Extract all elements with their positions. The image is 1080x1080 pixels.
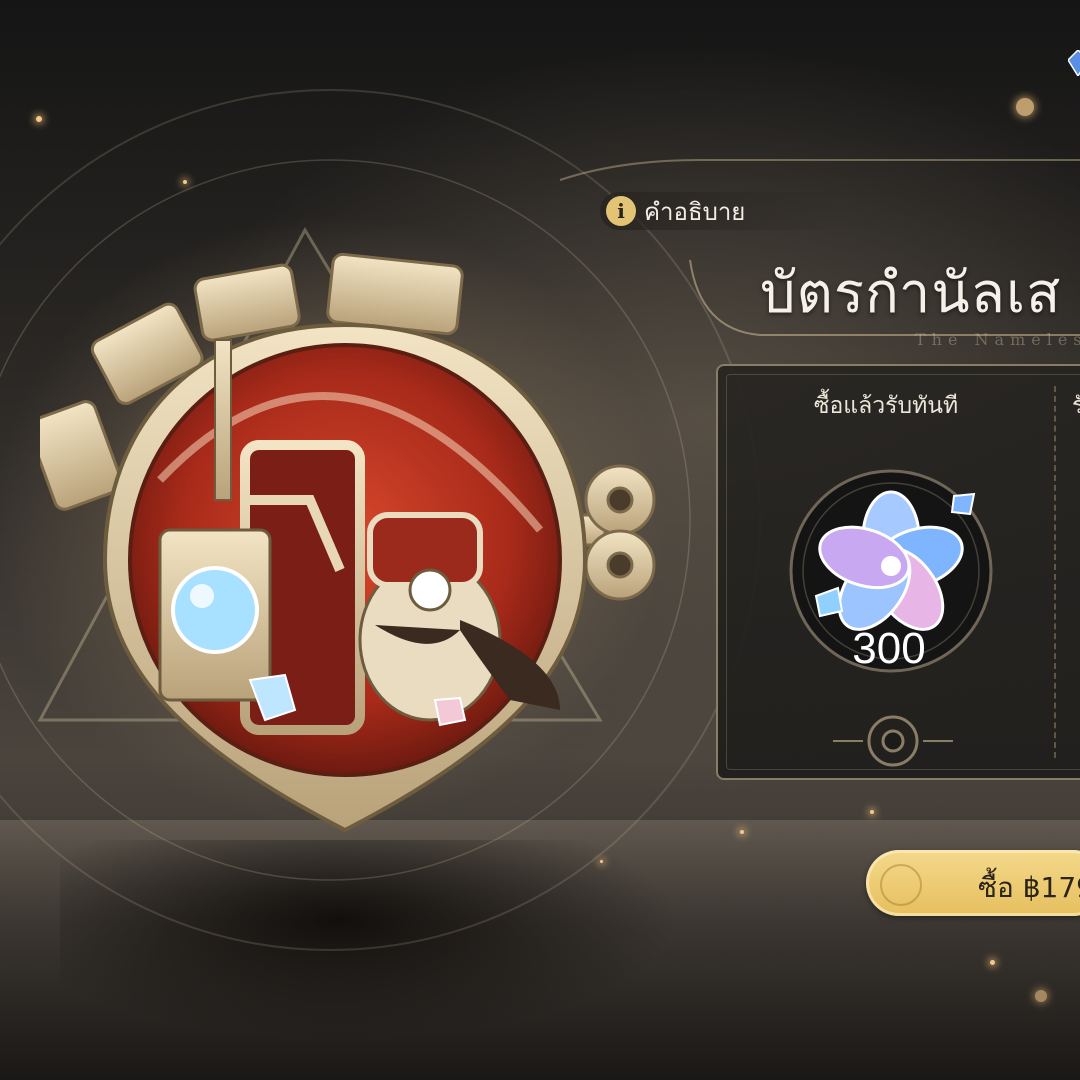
train-emblem-icon xyxy=(40,252,656,833)
reward-quantity: 300 xyxy=(852,624,926,673)
daily-reward-title: รั xyxy=(1072,393,1080,419)
instant-reward-title: ซื้อแล้วรับทันที xyxy=(813,393,959,419)
description-label: คำอธิบาย xyxy=(644,197,746,226)
panel-ornament xyxy=(833,715,953,767)
pass-subtitle: The Nameless xyxy=(915,330,1080,349)
description-button[interactable]: i คำอธิบาย xyxy=(600,192,846,230)
info-icon: i xyxy=(606,196,636,226)
gem-icon xyxy=(1068,50,1080,76)
reward-panel: ซื้อแล้วรับทันที รั 300 xyxy=(716,364,1080,780)
buy-button[interactable]: ซื้อ ฿179 xyxy=(866,850,1080,916)
pass-title: บัตรกำนัลเส xyxy=(760,261,1062,326)
panel-divider xyxy=(1054,386,1056,758)
buy-button-label: ซื้อ ฿179 xyxy=(978,871,1080,904)
buy-button-ring xyxy=(880,864,922,906)
